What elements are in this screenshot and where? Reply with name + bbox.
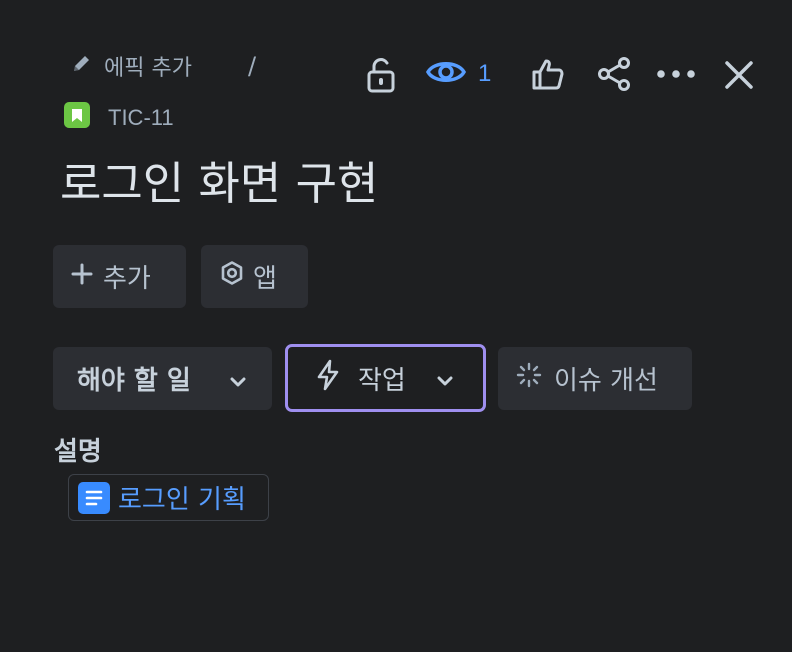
eye-icon bbox=[426, 58, 466, 90]
issue-title[interactable]: 로그인 화면 구현 bbox=[60, 152, 378, 216]
status-dropdown[interactable]: 해야 할 일 bbox=[53, 347, 272, 410]
more-icon[interactable] bbox=[656, 62, 696, 86]
sparkle-icon bbox=[516, 362, 542, 395]
watch-count: 1 bbox=[478, 60, 492, 87]
add-button[interactable]: 추가 bbox=[53, 245, 186, 308]
linked-document-label: 로그인 기획 bbox=[118, 485, 246, 515]
document-icon bbox=[78, 481, 110, 514]
plus-icon bbox=[71, 262, 93, 292]
apps-button[interactable]: 앱 bbox=[201, 245, 308, 308]
thumbs-up-icon[interactable] bbox=[530, 56, 566, 92]
add-epic-label: 에픽 추가 bbox=[104, 56, 192, 81]
description-heading: 설명 bbox=[54, 437, 102, 467]
work-type-label: 작업 bbox=[358, 365, 406, 396]
apps-button-label: 앱 bbox=[253, 264, 277, 294]
breadcrumb-separator: / bbox=[248, 52, 257, 80]
status-label: 해야 할 일 bbox=[77, 366, 191, 396]
improve-issue-button[interactable]: 이슈 개선 bbox=[498, 347, 692, 410]
add-epic-button[interactable]: 에픽 추가 bbox=[70, 50, 192, 82]
story-type-icon[interactable] bbox=[64, 102, 90, 128]
share-icon[interactable] bbox=[596, 56, 632, 92]
improve-issue-label: 이슈 개선 bbox=[554, 366, 658, 396]
issue-key-link[interactable]: TIC-11 bbox=[108, 102, 174, 134]
linked-document[interactable]: 로그인 기획 bbox=[68, 474, 269, 521]
chevron-down-icon bbox=[437, 363, 453, 393]
work-type-dropdown[interactable]: 작업 bbox=[285, 344, 486, 412]
close-icon[interactable] bbox=[722, 58, 756, 92]
lightning-icon bbox=[316, 359, 340, 398]
apps-icon bbox=[221, 261, 243, 292]
chevron-down-icon bbox=[230, 364, 246, 394]
unlock-icon[interactable] bbox=[364, 56, 398, 94]
add-button-label: 추가 bbox=[103, 264, 151, 294]
pencil-icon bbox=[70, 51, 94, 81]
watch-button[interactable]: 1 bbox=[426, 54, 491, 94]
